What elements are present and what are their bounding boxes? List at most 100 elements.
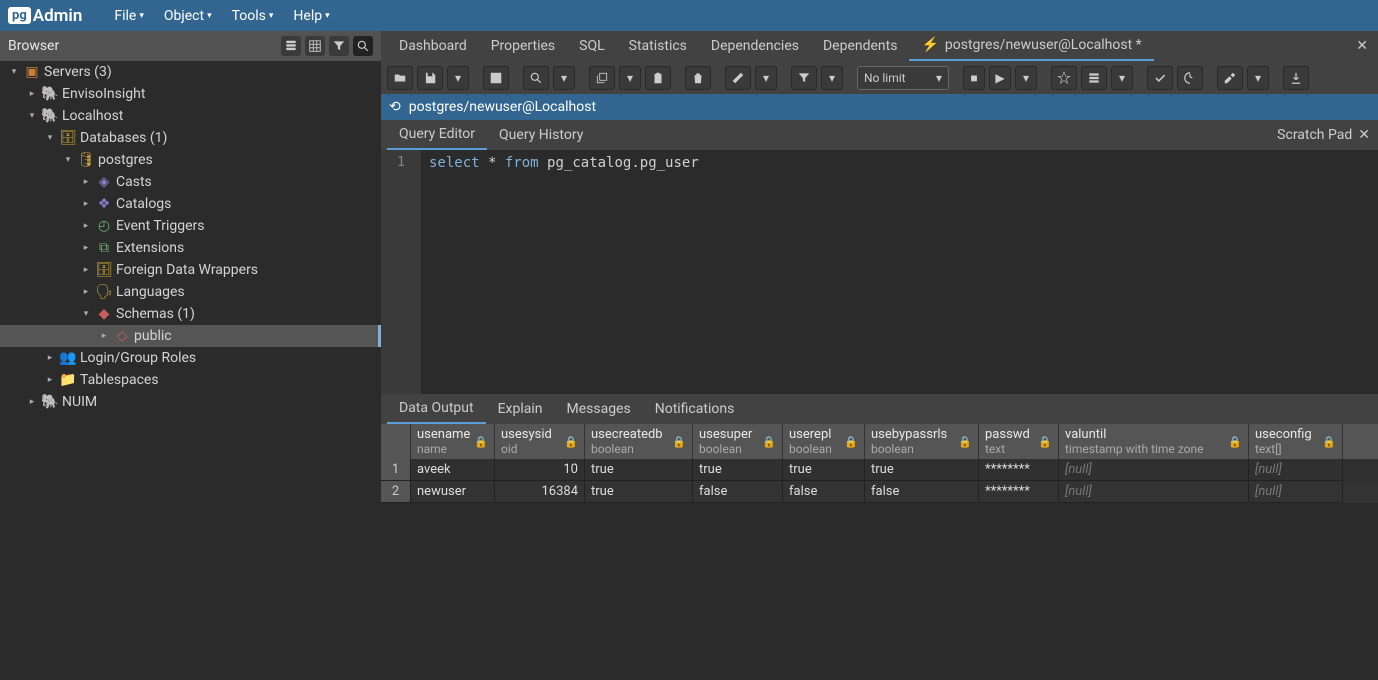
search-objects-button[interactable] — [353, 36, 373, 56]
edit-grid-button[interactable] — [725, 66, 751, 90]
collapse-icon[interactable]: ▾ — [44, 133, 56, 143]
tree-fdw[interactable]: ▸ 🗄 Foreign Data Wrappers — [0, 259, 381, 281]
tree-servers[interactable]: ▾ ▣ Servers (3) — [0, 61, 381, 83]
code-content[interactable]: select * from pg_catalog.pg_user — [421, 150, 1378, 394]
column-header-useconfig[interactable]: useconfigtext[]🔒 — [1249, 424, 1343, 459]
close-tab-button[interactable]: ✕ — [1346, 38, 1378, 54]
delete-button[interactable] — [685, 66, 711, 90]
expand-icon[interactable]: ▸ — [80, 243, 92, 253]
filter-dropdown[interactable]: ▾ — [821, 66, 843, 90]
column-header-valuntil[interactable]: valuntiltimestamp with time zone🔒 — [1059, 424, 1249, 459]
cell[interactable]: 10 — [495, 459, 585, 481]
table-row[interactable]: 1aveek10truetruetruetrue********[null][n… — [381, 459, 1378, 481]
cell[interactable]: false — [865, 481, 979, 503]
copy-button[interactable] — [589, 66, 615, 90]
cell[interactable]: true — [865, 459, 979, 481]
cell[interactable]: [null] — [1059, 481, 1249, 503]
cell[interactable]: true — [585, 459, 693, 481]
column-header-usecreatedb[interactable]: usecreatedbboolean🔒 — [585, 424, 693, 459]
find-button[interactable] — [523, 66, 549, 90]
expand-icon[interactable]: ▸ — [80, 177, 92, 187]
tab-query-editor[interactable]: Query Editor — [387, 120, 487, 150]
tree-panel[interactable]: ▾ ▣ Servers (3) ▸ 🐘 EnvisoInsight ▾ 🐘 Lo… — [0, 61, 381, 680]
column-header-usesuper[interactable]: usesuperboolean🔒 — [693, 424, 783, 459]
cell[interactable]: [null] — [1249, 481, 1343, 503]
expand-icon[interactable]: ▸ — [26, 397, 38, 407]
rollback-button[interactable] — [1177, 66, 1203, 90]
tree-public[interactable]: ▸ ◇ public — [0, 325, 381, 347]
tab-sql[interactable]: SQL — [567, 32, 616, 60]
stop-button[interactable]: ■ — [963, 66, 985, 90]
tab-dependents[interactable]: Dependents — [811, 32, 909, 60]
column-header-passwd[interactable]: passwdtext🔒 — [979, 424, 1059, 459]
cell[interactable]: newuser — [411, 481, 495, 503]
cell[interactable]: true — [693, 459, 783, 481]
collapse-icon[interactable]: ▾ — [62, 155, 74, 165]
tab-messages[interactable]: Messages — [554, 395, 642, 423]
tree-envisoinsight[interactable]: ▸ 🐘 EnvisoInsight — [0, 83, 381, 105]
cell[interactable]: 16384 — [495, 481, 585, 503]
expand-icon[interactable]: ▸ — [80, 199, 92, 209]
menu-file[interactable]: File▾ — [104, 8, 154, 24]
execute-button[interactable]: ▶ — [989, 66, 1011, 90]
commit-button[interactable] — [1147, 66, 1173, 90]
copy-dropdown[interactable]: ▾ — [619, 66, 641, 90]
column-header-usebypassrls[interactable]: usebypassrlsboolean🔒 — [865, 424, 979, 459]
menu-tools[interactable]: Tools▾ — [222, 8, 284, 24]
tree-catalogs[interactable]: ▸ ❖ Catalogs — [0, 193, 381, 215]
paste-button[interactable] — [645, 66, 671, 90]
query-tool-button[interactable] — [281, 36, 301, 56]
execute-dropdown[interactable]: ▾ — [1015, 66, 1037, 90]
cell[interactable]: [null] — [1059, 459, 1249, 481]
tab-notifications[interactable]: Notifications — [643, 395, 747, 423]
tab-dashboard[interactable]: Dashboard — [387, 32, 479, 60]
tree-databases[interactable]: ▾ 🗄 Databases (1) — [0, 127, 381, 149]
tree-nuim[interactable]: ▸ 🐘 NUIM — [0, 391, 381, 413]
collapse-icon[interactable]: ▾ — [80, 309, 92, 319]
tree-languages[interactable]: ▸ 🗣 Languages — [0, 281, 381, 303]
expand-icon[interactable]: ▸ — [80, 265, 92, 275]
cell[interactable]: true — [585, 481, 693, 503]
tree-event-triggers[interactable]: ▸ ◴ Event Triggers — [0, 215, 381, 237]
expand-icon[interactable]: ▸ — [44, 353, 56, 363]
cell[interactable]: false — [783, 481, 865, 503]
explain-button[interactable] — [1051, 66, 1077, 90]
tab-query-history[interactable]: Query History — [487, 121, 595, 149]
tree-localhost[interactable]: ▾ 🐘 Localhost — [0, 105, 381, 127]
explain-dropdown[interactable]: ▾ — [1111, 66, 1133, 90]
tree-extensions[interactable]: ▸ ⧉ Extensions — [0, 237, 381, 259]
tree-schemas[interactable]: ▾ ◆ Schemas (1) — [0, 303, 381, 325]
view-data-button[interactable] — [305, 36, 325, 56]
column-header-usename[interactable]: usenamename🔒 — [411, 424, 495, 459]
cell[interactable]: ******** — [979, 481, 1059, 503]
menu-help[interactable]: Help▾ — [283, 8, 339, 24]
collapse-icon[interactable]: ▾ — [8, 67, 20, 77]
expand-icon[interactable]: ▸ — [80, 221, 92, 231]
find-dropdown[interactable]: ▾ — [553, 66, 575, 90]
expand-icon[interactable]: ▸ — [80, 287, 92, 297]
tab-explain[interactable]: Explain — [486, 395, 555, 423]
expand-icon[interactable]: ▸ — [44, 375, 56, 385]
cell[interactable]: [null] — [1249, 459, 1343, 481]
cell[interactable]: true — [783, 459, 865, 481]
cell[interactable]: aveek — [411, 459, 495, 481]
clear-dropdown[interactable]: ▾ — [1247, 66, 1269, 90]
tab-statistics[interactable]: Statistics — [617, 32, 699, 60]
close-scratch-button[interactable]: ✕ — [1358, 127, 1370, 143]
column-header-usesysid[interactable]: usesysidoid🔒 — [495, 424, 585, 459]
edit-button[interactable] — [483, 66, 509, 90]
save-dropdown[interactable]: ▾ — [447, 66, 469, 90]
column-header-userepl[interactable]: usereplboolean🔒 — [783, 424, 865, 459]
download-button[interactable] — [1283, 66, 1309, 90]
clear-button[interactable] — [1217, 66, 1243, 90]
explain-analyze-button[interactable] — [1081, 66, 1107, 90]
edit-grid-dropdown[interactable]: ▾ — [755, 66, 777, 90]
filter-button[interactable] — [791, 66, 817, 90]
save-button[interactable] — [417, 66, 443, 90]
filter-rows-button[interactable] — [329, 36, 349, 56]
table-row[interactable]: 2newuser16384truefalsefalsefalse********… — [381, 481, 1378, 503]
tree-login-roles[interactable]: ▸ 👥 Login/Group Roles — [0, 347, 381, 369]
tree-casts[interactable]: ▸ ◈ Casts — [0, 171, 381, 193]
tab-query-tool[interactable]: ⚡ postgres/newuser@Localhost * — [909, 31, 1153, 61]
tab-data-output[interactable]: Data Output — [387, 394, 486, 424]
